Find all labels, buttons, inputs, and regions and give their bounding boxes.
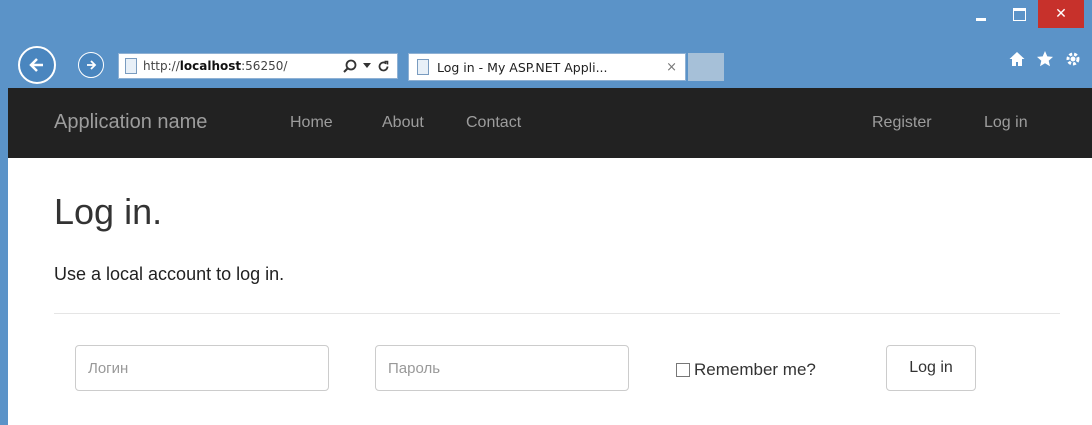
brand-link[interactable]: Application name [54, 111, 207, 134]
close-icon: ✕ [1055, 6, 1067, 22]
divider [54, 313, 1060, 314]
nav-register[interactable]: Register [872, 114, 932, 132]
favorites-icon[interactable] [1036, 50, 1054, 68]
page-icon [125, 58, 137, 74]
new-tab-button[interactable] [688, 53, 724, 81]
tab-title: Log in - My ASP.NET Appli... [437, 59, 608, 75]
nav-contact[interactable]: Contact [466, 114, 521, 132]
page-subtitle: Use a local account to log in. [54, 264, 285, 284]
site-navbar: Application name Home About Contact Regi… [8, 88, 1092, 158]
login-button[interactable]: Log in [886, 345, 976, 391]
password-input[interactable] [375, 345, 629, 391]
close-window-button[interactable]: ✕ [1038, 0, 1084, 28]
nav-about[interactable]: About [382, 114, 424, 132]
minimize-icon [976, 17, 986, 21]
page-content: Application name Home About Contact Regi… [8, 88, 1092, 425]
page-title: Log in. [54, 191, 163, 232]
url-text: http://localhost:56250/ [143, 59, 288, 73]
settings-icon[interactable] [1064, 50, 1082, 68]
back-icon [29, 58, 43, 72]
tab-close-icon[interactable]: × [666, 60, 677, 75]
maximize-button[interactable] [1000, 0, 1038, 28]
maximize-icon [1012, 7, 1026, 21]
search-icon[interactable] [343, 59, 357, 73]
forward-icon [87, 60, 97, 70]
forward-button[interactable] [78, 52, 104, 78]
nav-login[interactable]: Log in [984, 114, 1028, 132]
nav-home[interactable]: Home [290, 114, 333, 132]
address-bar[interactable]: http://localhost:56250/ [118, 53, 398, 79]
login-input[interactable] [75, 345, 329, 391]
remember-checkbox[interactable] [676, 363, 690, 377]
home-icon[interactable] [1008, 50, 1026, 68]
remember-label: Remember me? [694, 360, 816, 379]
page-icon [417, 59, 429, 75]
browser-window: ✕ http://localhost:56250/ Log in - My AS… [0, 0, 1092, 425]
tab-login[interactable]: Log in - My ASP.NET Appli... × [408, 53, 686, 81]
browser-toolbar: http://localhost:56250/ Log in - My ASP.… [0, 40, 1092, 88]
remember-me[interactable]: Remember me? [676, 360, 816, 380]
window-controls: ✕ [962, 0, 1084, 30]
back-button[interactable] [18, 46, 56, 84]
refresh-icon[interactable] [377, 60, 390, 73]
minimize-button[interactable] [962, 0, 1000, 28]
chevron-down-icon[interactable] [363, 63, 371, 69]
